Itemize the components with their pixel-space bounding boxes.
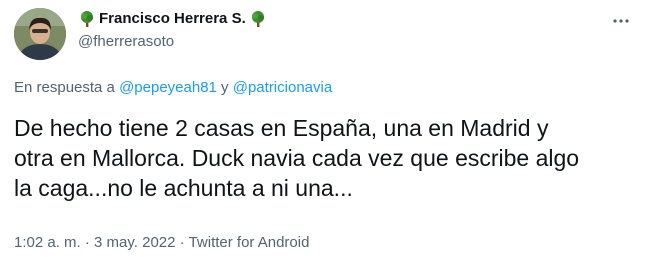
mention-link-pepeyeah81[interactable]: @pepeyeah81 [119,79,217,96]
tweet-time-link[interactable]: 1:02 a. m. [14,234,81,251]
avatar-image [14,8,66,60]
reply-prefix: En respuesta a [14,79,120,96]
tree-icon [78,10,96,28]
display-name: Francisco Herrera S. [99,10,246,27]
tweet-text: De hecho tiene 2 casas en España, una en… [14,115,580,201]
more-options-button[interactable] [610,10,632,32]
tweet-source-link[interactable]: Twitter for Android [189,234,310,251]
mention-link-patricionavia[interactable]: @patricionavia [233,79,332,96]
avatar[interactable] [14,8,66,60]
tweet-date-link[interactable]: 3 may. 2022 [94,234,175,251]
tweet-card: Francisco Herrera S. @fherrerasoto En re… [0,0,650,263]
tweet-metadata: 1:02 a. m. · 3 may. 2022 · Twitter for A… [14,233,309,253]
meta-separator: · [80,234,95,251]
reply-connector: y [216,79,233,96]
tree-icon [249,10,267,28]
author-handle[interactable]: @fherrerasoto [78,32,174,52]
author-name-row[interactable]: Francisco Herrera S. [78,9,267,29]
reply-context: En respuesta a @pepeyeah81 y @patriciona… [14,78,332,98]
meta-separator: · [175,234,189,251]
more-dots-icon [613,19,629,23]
